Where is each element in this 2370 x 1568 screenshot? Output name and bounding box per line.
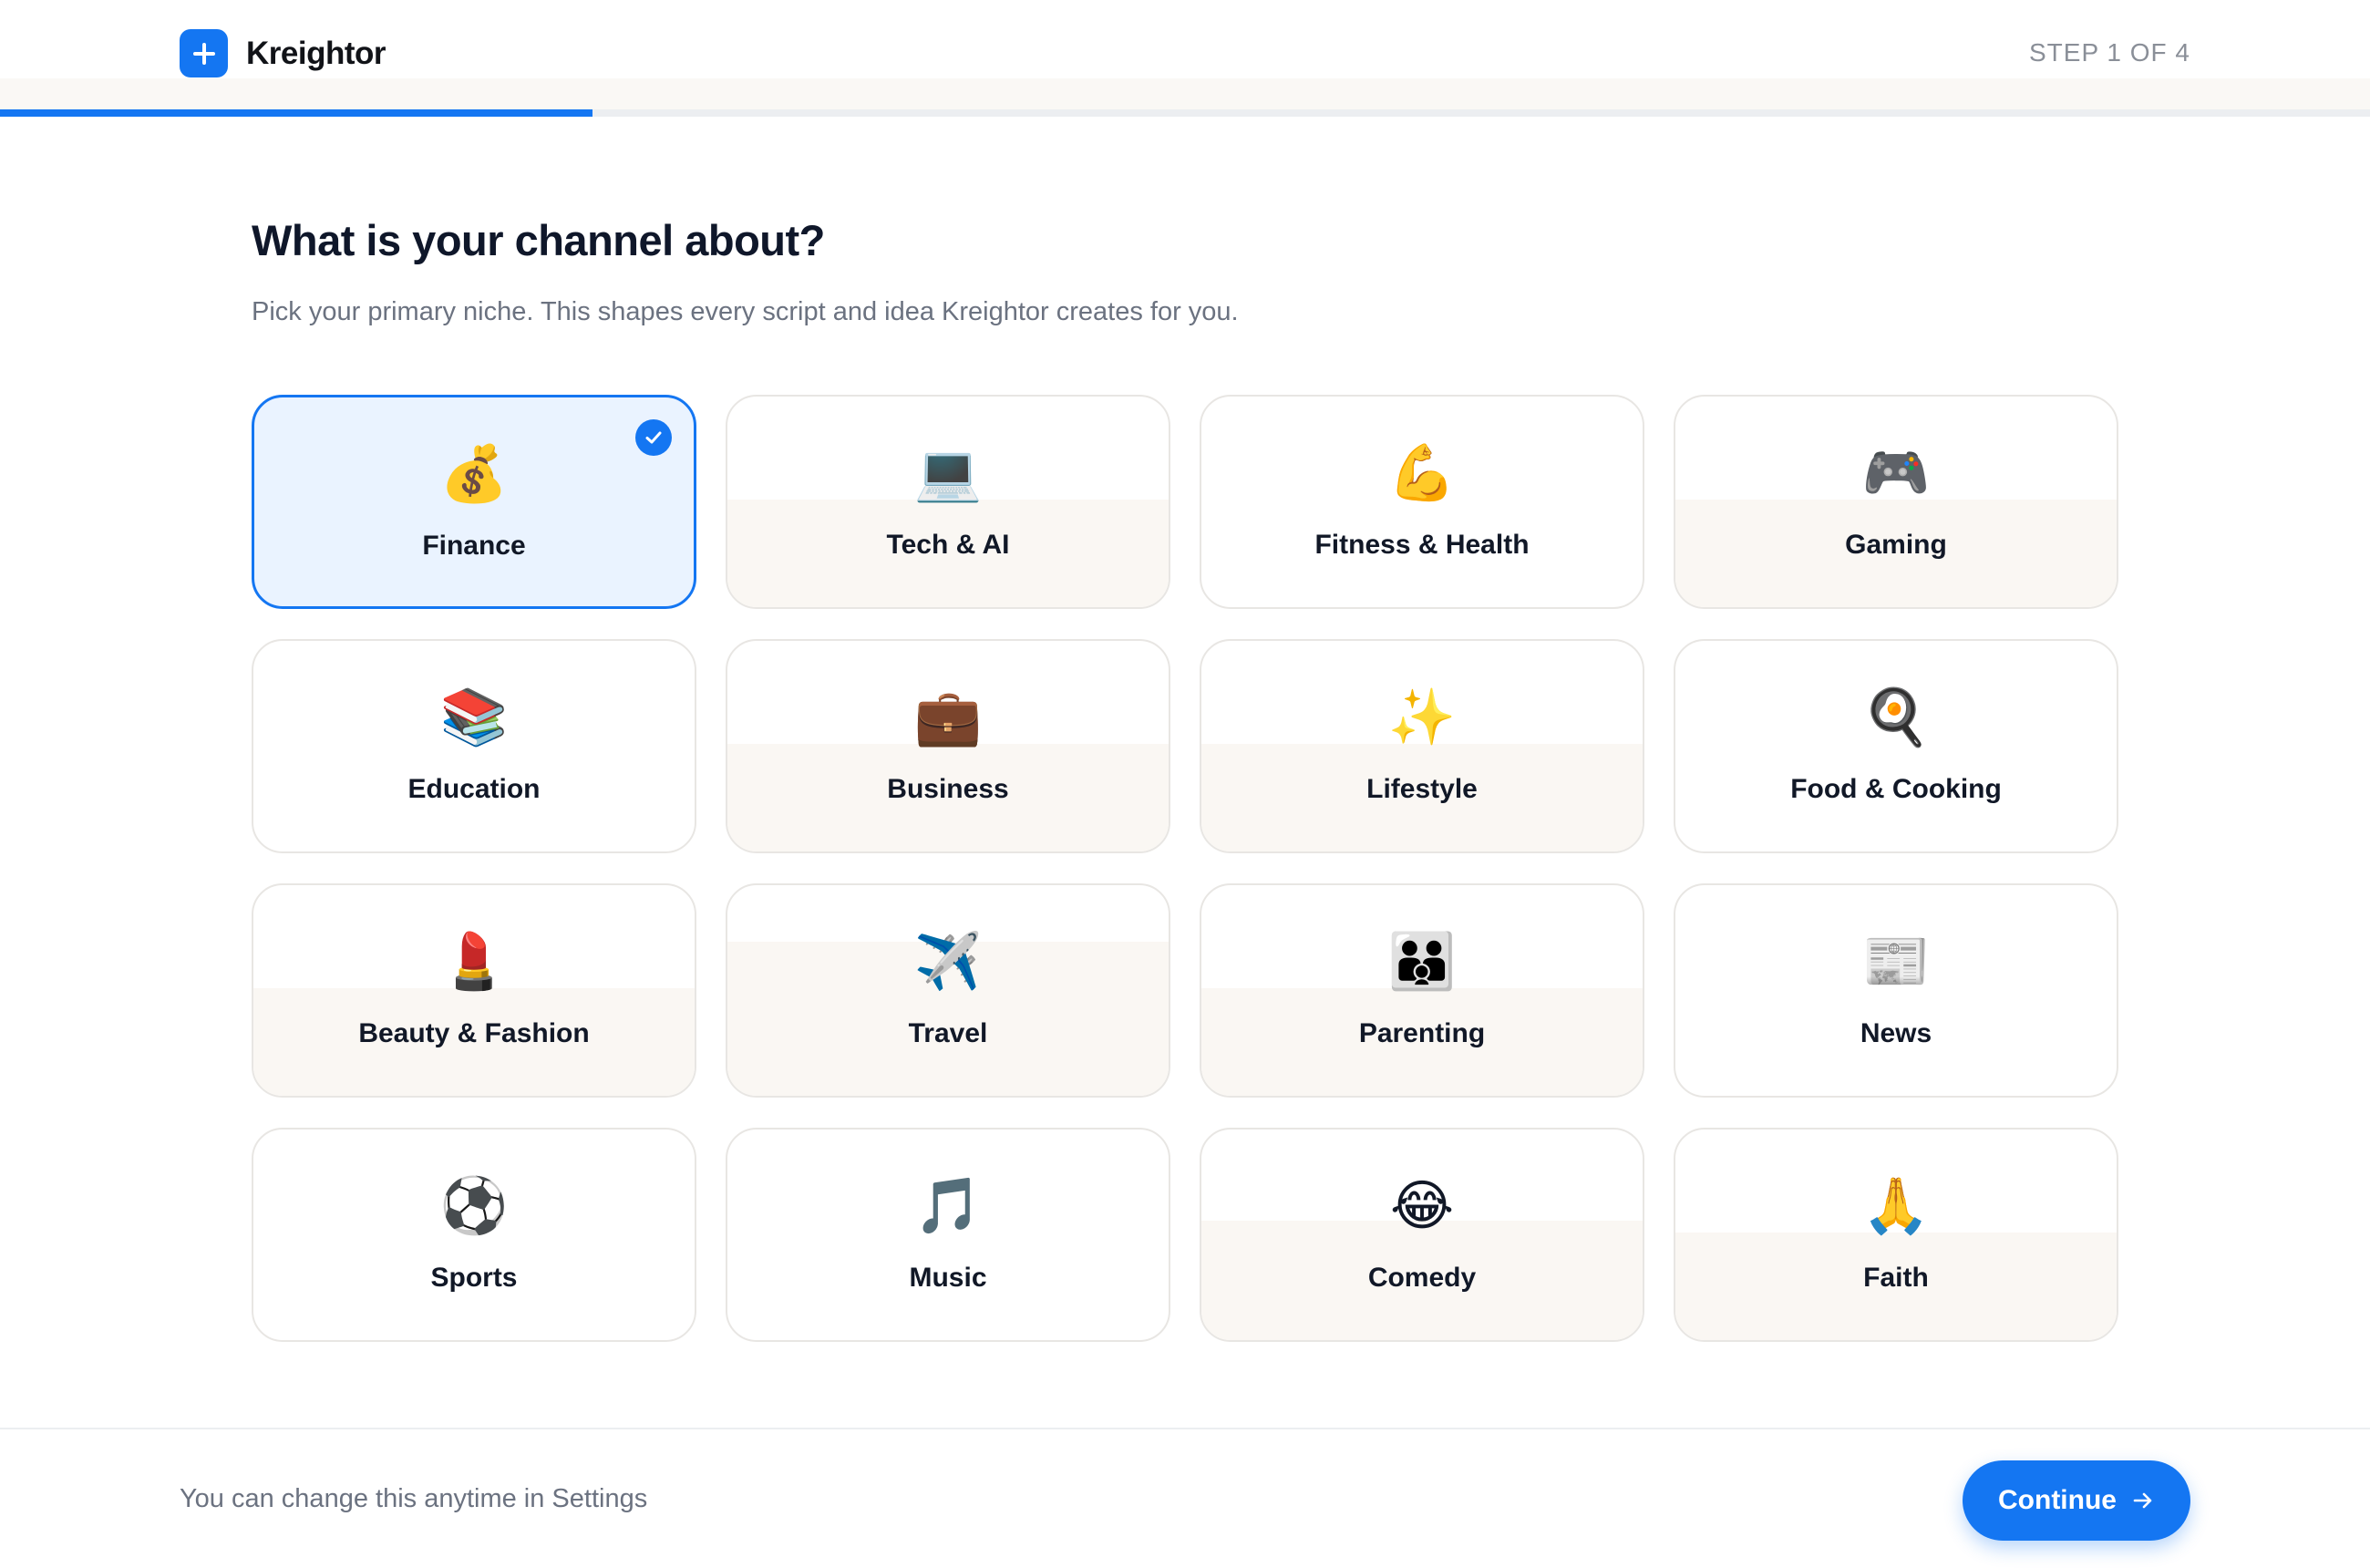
niche-card-news[interactable]: 📰 News	[1674, 883, 2118, 1098]
footer-note: You can change this anytime in Settings	[180, 1484, 648, 1513]
news-icon: 📰	[1861, 930, 1931, 994]
gaming-icon: 🎮	[1861, 441, 1931, 505]
niche-label: Comedy	[1367, 1263, 1477, 1293]
niche-label: Travel	[908, 1018, 988, 1048]
progress-fill	[0, 109, 592, 117]
progress-bar	[0, 109, 2370, 117]
niche-label: Beauty & Fashion	[358, 1018, 590, 1048]
niche-label: Gaming	[1845, 530, 1947, 560]
continue-label: Continue	[1998, 1485, 2117, 1515]
niche-card-tech-and-ai[interactable]: 💻 Tech & AI	[726, 395, 1170, 609]
niche-label: Lifestyle	[1366, 774, 1478, 804]
niche-card-education[interactable]: 📚 Education	[252, 639, 696, 853]
niche-card-food-and-cooking[interactable]: 🍳 Food & Cooking	[1674, 639, 2118, 853]
niche-label: Education	[407, 774, 541, 804]
niche-label: Parenting	[1358, 1018, 1486, 1048]
niche-label: Faith	[1863, 1263, 1929, 1293]
niche-card-sports[interactable]: ⚽ Sports	[252, 1128, 696, 1342]
tech-and-ai-icon: 💻	[913, 441, 983, 505]
niche-label: Food & Cooking	[1790, 774, 2002, 804]
niche-label: Tech & AI	[886, 530, 1010, 560]
niche-card-business[interactable]: 💼 Business	[726, 639, 1170, 853]
niche-card-lifestyle[interactable]: ✨ Lifestyle	[1200, 639, 1644, 853]
logo[interactable]: Kreightor	[180, 29, 386, 77]
step-indicator: STEP 1 OF 4	[2029, 38, 2190, 67]
niche-card-faith[interactable]: 🙏 Faith	[1674, 1128, 2118, 1342]
parenting-icon: 👪	[1387, 930, 1457, 994]
niche-label: Music	[909, 1263, 987, 1293]
niche-label: Fitness & Health	[1314, 530, 1530, 560]
niche-label: News	[1860, 1018, 1932, 1048]
niche-card-finance[interactable]: 💰 Finance	[252, 395, 696, 609]
niche-label: Sports	[430, 1263, 518, 1293]
music-icon: 🎵	[913, 1174, 983, 1238]
arrow-right-icon	[2131, 1489, 2155, 1512]
checkmark-icon	[635, 419, 672, 456]
continue-button[interactable]: Continue	[1963, 1460, 2190, 1541]
finance-icon: 💰	[439, 442, 509, 506]
sports-icon: ⚽	[439, 1174, 509, 1238]
niche-card-gaming[interactable]: 🎮 Gaming	[1674, 395, 2118, 609]
app-name: Kreightor	[246, 35, 386, 71]
lifestyle-icon: ✨	[1387, 686, 1457, 749]
plus-logo-icon	[180, 29, 228, 77]
travel-icon: ✈️	[913, 930, 983, 994]
page-subtitle: Pick your primary niche. This shapes eve…	[252, 297, 1239, 326]
faith-icon: 🙏	[1861, 1174, 1931, 1238]
onboarding-page: Kreightor STEP 1 OF 4 What is your chann…	[0, 0, 2370, 1568]
header-band	[0, 78, 2370, 109]
niche-card-music[interactable]: 🎵 Music	[726, 1128, 1170, 1342]
niche-card-beauty-and-fashion[interactable]: 💄 Beauty & Fashion	[252, 883, 696, 1098]
niche-label: Business	[887, 774, 1009, 804]
footer-bar: You can change this anytime in Settings …	[0, 1428, 2370, 1568]
niche-card-parenting[interactable]: 👪 Parenting	[1200, 883, 1644, 1098]
education-icon: 📚	[439, 686, 509, 749]
niche-card-comedy[interactable]: 😂 Comedy	[1200, 1128, 1644, 1342]
business-icon: 💼	[913, 686, 983, 749]
niche-card-fitness-and-health[interactable]: 💪 Fitness & Health	[1200, 395, 1644, 609]
beauty-and-fashion-icon: 💄	[439, 930, 509, 994]
top-bar: Kreightor STEP 1 OF 4	[0, 0, 2370, 109]
fitness-and-health-icon: 💪	[1387, 441, 1457, 505]
food-and-cooking-icon: 🍳	[1861, 686, 1931, 749]
page-title: What is your channel about?	[252, 216, 825, 264]
comedy-icon: 😂	[1389, 1174, 1455, 1238]
niche-card-travel[interactable]: ✈️ Travel	[726, 883, 1170, 1098]
niche-label: Finance	[422, 531, 526, 561]
